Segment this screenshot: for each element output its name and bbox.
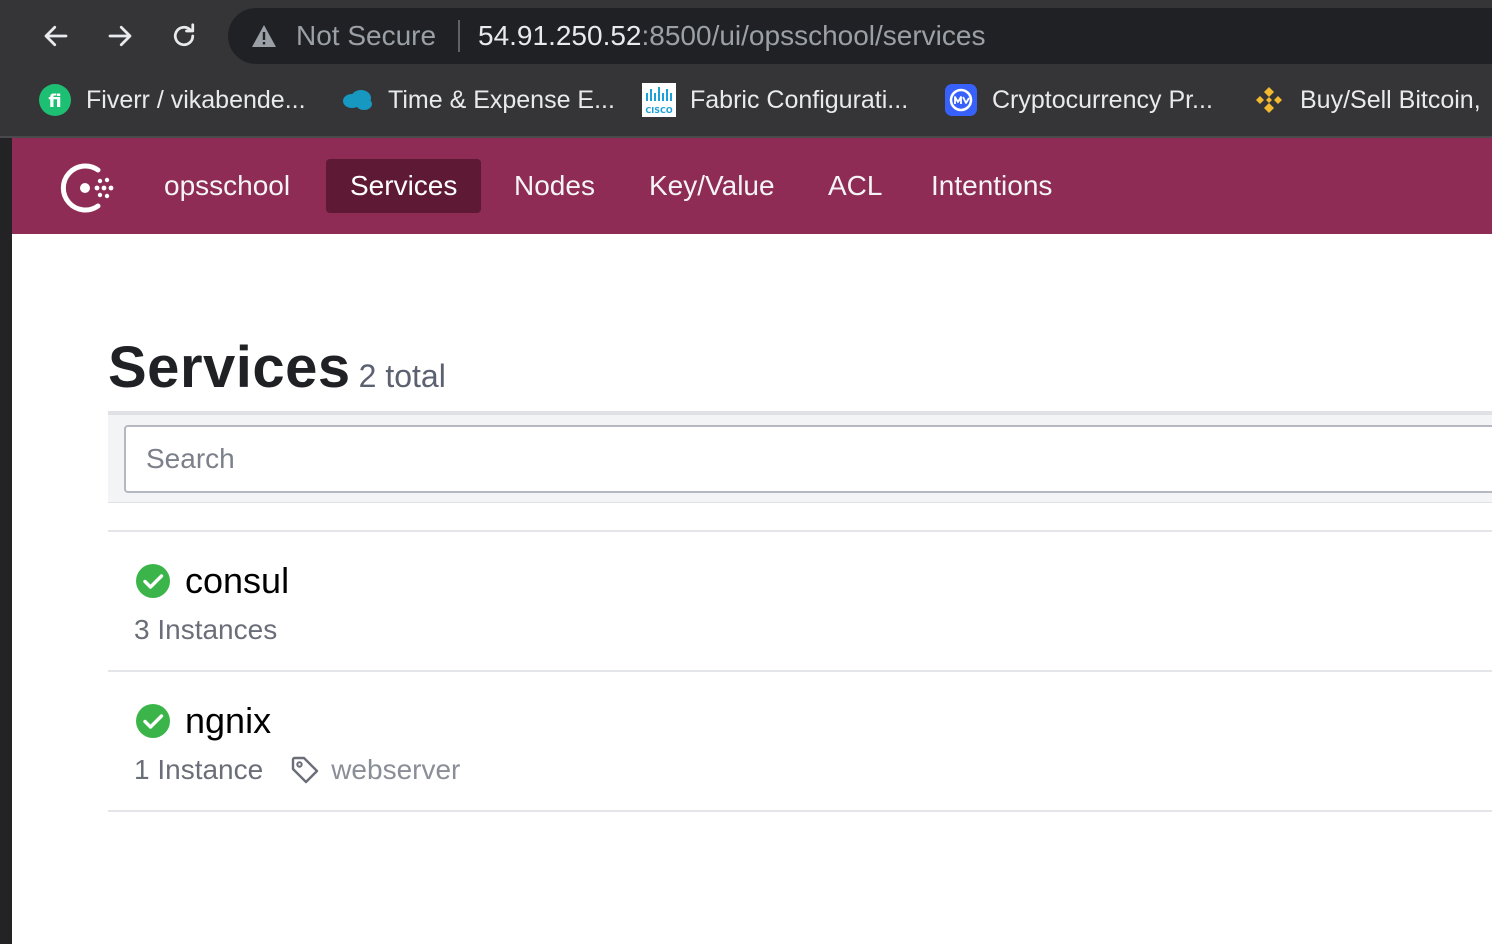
url-host: 54.91.250.52	[478, 20, 642, 51]
bookmark-label: Fabric Configurati...	[690, 86, 909, 114]
browser-toolbar: Not Secure 54.91.250.52:8500/ui/opsschoo…	[0, 0, 1492, 136]
bookmark-label: Fiverr / vikabende...	[86, 86, 306, 114]
forward-button[interactable]	[100, 16, 140, 56]
service-tag: webserver	[331, 754, 461, 785]
binance-icon	[1252, 83, 1286, 117]
not-secure-label[interactable]: Not Secure	[296, 20, 436, 52]
url-text[interactable]: 54.91.250.52:8500/ui/opsschool/services	[478, 20, 985, 52]
nav-intentions[interactable]: Intentions	[907, 159, 1076, 213]
salesforce-cloud-icon	[340, 83, 374, 117]
passing-check-icon	[136, 564, 170, 598]
back-arrow-icon	[44, 25, 68, 47]
coinmarketcap-icon	[944, 83, 978, 117]
url-path: :8500/ui/opsschool/services	[641, 20, 986, 51]
forward-arrow-icon	[108, 25, 132, 47]
window-edge	[0, 0, 12, 944]
svg-text:CISCO: CISCO	[645, 106, 672, 115]
bookmark-label: Cryptocurrency Pr...	[992, 86, 1213, 114]
filter-bar	[108, 411, 1492, 503]
tag-icon	[292, 756, 319, 784]
consul-logo-icon[interactable]	[58, 158, 118, 218]
service-meta: 3 Instances	[134, 614, 277, 646]
bookmark-label: Time & Expense E...	[388, 86, 615, 114]
bookmark-fiverr[interactable]: fi Fiverr / vikabende...	[38, 82, 306, 118]
bookmark-buy-sell-bitcoin[interactable]: Buy/Sell Bitcoin,	[1252, 82, 1481, 118]
nav-datacenter-opsschool[interactable]: opsschool	[140, 159, 314, 213]
bookmark-time-expense[interactable]: Time & Expense E...	[340, 82, 615, 118]
bookmark-fabric-configuration[interactable]: CISCO Fabric Configurati...	[642, 82, 908, 118]
nav-services[interactable]: Services	[326, 159, 482, 213]
back-button[interactable]	[36, 16, 76, 56]
instance-count: 3 Instances	[134, 614, 278, 645]
service-name[interactable]: ngnix	[185, 700, 271, 742]
service-row-consul[interactable]: consul 3 Instances	[108, 532, 1492, 672]
nav-key-value[interactable]: Key/Value	[625, 159, 799, 213]
service-name[interactable]: consul	[185, 560, 289, 602]
instance-count: 1 Instance	[134, 754, 264, 785]
svg-text:fi: fi	[48, 91, 61, 112]
reload-icon	[173, 23, 195, 47]
nav-nodes[interactable]: Nodes	[490, 159, 619, 213]
address-bar[interactable]: Not Secure 54.91.250.52:8500/ui/opsschoo…	[228, 8, 1492, 64]
services-total-count: 2 total	[358, 358, 446, 394]
app-header: opsschool Services Nodes Key/Value ACL I…	[12, 138, 1492, 234]
page-title-text: Services	[108, 335, 351, 400]
bookmark-cryptocurrency[interactable]: Cryptocurrency Pr...	[944, 82, 1213, 118]
cisco-icon: CISCO	[642, 83, 676, 117]
service-meta: 1 Instance webserver	[134, 754, 460, 786]
fiverr-icon: fi	[38, 83, 72, 117]
service-row-ngnix[interactable]: ngnix 1 Instance webserver	[108, 672, 1492, 812]
warning-icon[interactable]	[250, 23, 278, 49]
reload-button[interactable]	[164, 16, 204, 56]
passing-check-icon	[136, 704, 170, 738]
nav-acl[interactable]: ACL	[804, 159, 906, 213]
search-input[interactable]	[124, 425, 1492, 493]
omnibox-separator	[458, 20, 460, 52]
page-title: Services 2 total	[108, 334, 446, 401]
bookmark-label: Buy/Sell Bitcoin,	[1300, 86, 1481, 114]
